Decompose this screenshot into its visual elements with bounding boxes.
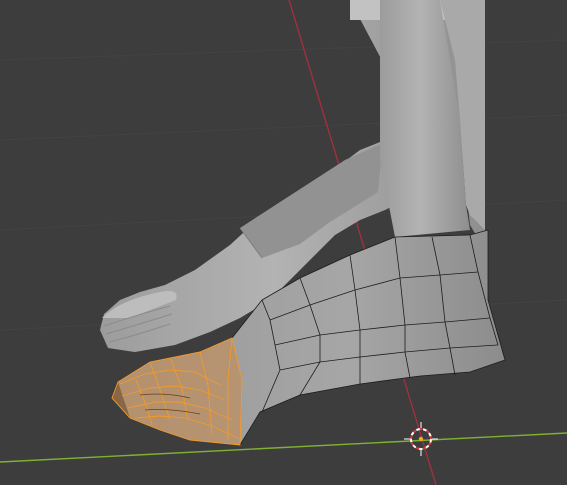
3d-viewport[interactable] bbox=[0, 0, 567, 485]
y-axis-line bbox=[0, 432, 567, 463]
near-leg-mesh[interactable] bbox=[380, 0, 485, 237]
selected-toe-faces[interactable] bbox=[111, 337, 243, 446]
viewport-canvas[interactable] bbox=[0, 0, 567, 485]
3d-cursor-icon[interactable] bbox=[404, 422, 438, 456]
